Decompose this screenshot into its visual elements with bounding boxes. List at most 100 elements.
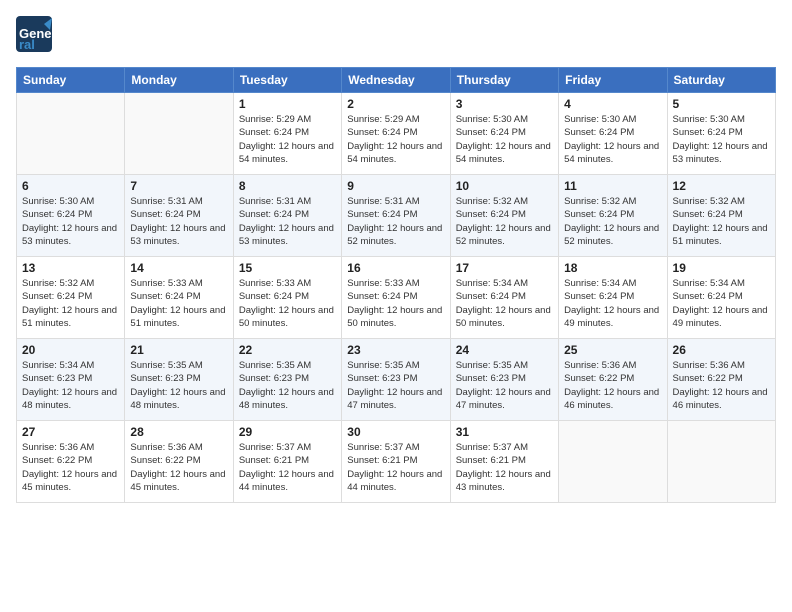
calendar-cell: 22Sunrise: 5:35 AMSunset: 6:23 PMDayligh…: [233, 339, 341, 421]
calendar-week-2: 6 Sunrise: 5:30 AMSunset: 6:24 PMDaylight…: [17, 175, 776, 257]
day-number: 25: [564, 343, 661, 357]
day-info: Sunrise: 5:29 AMSunset: 6:24 PMDaylight:…: [239, 113, 336, 166]
weekday-header-saturday: Saturday: [667, 68, 775, 93]
calendar-cell: 31 Sunrise: 5:37 AMSunset: 6:21 PMDayligh…: [450, 421, 558, 503]
calendar-header: SundayMondayTuesdayWednesdayThursdayFrid…: [17, 68, 776, 93]
day-info: Sunrise: 5:30 AMSunset: 6:24 PMDaylight:…: [456, 113, 553, 166]
day-number: 24: [456, 343, 553, 357]
day-number: 9: [347, 179, 444, 193]
day-number: 31: [456, 425, 553, 439]
calendar-cell: 21 Sunrise: 5:35 AMSunset: 6:23 PMDayligh…: [125, 339, 233, 421]
day-number: 18: [564, 261, 661, 275]
calendar-body: 1 Sunrise: 5:29 AMSunset: 6:24 PMDaylight…: [17, 93, 776, 503]
logo-icon: Gene ral: [16, 16, 52, 52]
calendar-week-3: 13 Sunrise: 5:32 AMSunset: 6:24 PMDayligh…: [17, 257, 776, 339]
day-number: 27: [22, 425, 119, 439]
day-info: Sunrise: 5:36 AMSunset: 6:22 PMDaylight:…: [130, 441, 227, 494]
day-number: 22: [239, 343, 336, 357]
calendar-cell: 24 Sunrise: 5:35 AMSunset: 6:23 PMDayligh…: [450, 339, 558, 421]
calendar-cell: [17, 93, 125, 175]
calendar-week-4: 20Sunrise: 5:34 AMSunset: 6:23 PMDayligh…: [17, 339, 776, 421]
day-number: 30: [347, 425, 444, 439]
day-info: Sunrise: 5:36 AMSunset: 6:22 PMDaylight:…: [673, 359, 770, 412]
calendar-cell: 18 Sunrise: 5:34 AMSunset: 6:24 PMDayligh…: [559, 257, 667, 339]
day-info: Sunrise: 5:29 AMSunset: 6:24 PMDaylight:…: [347, 113, 444, 166]
day-info: Sunrise: 5:31 AMSunset: 6:24 PMDaylight:…: [130, 195, 227, 248]
day-info: Sunrise: 5:35 AMSunset: 6:23 PMDaylight:…: [456, 359, 553, 412]
calendar-cell: 14Sunrise: 5:33 AMSunset: 6:24 PMDayligh…: [125, 257, 233, 339]
calendar-cell: 9Sunrise: 5:31 AMSunset: 6:24 PMDaylight…: [342, 175, 450, 257]
day-number: 8: [239, 179, 336, 193]
calendar-cell: 16Sunrise: 5:33 AMSunset: 6:24 PMDayligh…: [342, 257, 450, 339]
day-info: Sunrise: 5:32 AMSunset: 6:24 PMDaylight:…: [22, 277, 119, 330]
calendar-cell: 1 Sunrise: 5:29 AMSunset: 6:24 PMDaylight…: [233, 93, 341, 175]
day-number: 1: [239, 97, 336, 111]
day-info: Sunrise: 5:34 AMSunset: 6:24 PMDaylight:…: [456, 277, 553, 330]
day-info: Sunrise: 5:35 AMSunset: 6:23 PMDaylight:…: [130, 359, 227, 412]
calendar-cell: 13 Sunrise: 5:32 AMSunset: 6:24 PMDayligh…: [17, 257, 125, 339]
day-info: Sunrise: 5:34 AMSunset: 6:24 PMDaylight:…: [564, 277, 661, 330]
calendar-table: SundayMondayTuesdayWednesdayThursdayFrid…: [16, 67, 776, 503]
day-number: 17: [456, 261, 553, 275]
calendar-cell: 10Sunrise: 5:32 AMSunset: 6:24 PMDayligh…: [450, 175, 558, 257]
calendar-cell: 7 Sunrise: 5:31 AMSunset: 6:24 PMDaylight…: [125, 175, 233, 257]
calendar-cell: 2 Sunrise: 5:29 AMSunset: 6:24 PMDaylight…: [342, 93, 450, 175]
header: Gene ral: [16, 16, 776, 57]
logo: Gene ral: [16, 16, 56, 57]
calendar-cell: 28 Sunrise: 5:36 AMSunset: 6:22 PMDayligh…: [125, 421, 233, 503]
day-number: 14: [130, 261, 227, 275]
calendar-cell: 20Sunrise: 5:34 AMSunset: 6:23 PMDayligh…: [17, 339, 125, 421]
day-number: 3: [456, 97, 553, 111]
day-number: 7: [130, 179, 227, 193]
day-number: 13: [22, 261, 119, 275]
calendar-cell: [559, 421, 667, 503]
day-info: Sunrise: 5:30 AMSunset: 6:24 PMDaylight:…: [22, 195, 119, 248]
day-info: Sunrise: 5:34 AMSunset: 6:23 PMDaylight:…: [22, 359, 119, 412]
weekday-header-tuesday: Tuesday: [233, 68, 341, 93]
day-info: Sunrise: 5:36 AMSunset: 6:22 PMDaylight:…: [22, 441, 119, 494]
day-info: Sunrise: 5:33 AMSunset: 6:24 PMDaylight:…: [239, 277, 336, 330]
day-number: 21: [130, 343, 227, 357]
day-info: Sunrise: 5:37 AMSunset: 6:21 PMDaylight:…: [456, 441, 553, 494]
weekday-header-friday: Friday: [559, 68, 667, 93]
calendar-cell: 23 Sunrise: 5:35 AMSunset: 6:23 PMDayligh…: [342, 339, 450, 421]
day-info: Sunrise: 5:37 AMSunset: 6:21 PMDaylight:…: [239, 441, 336, 494]
weekday-header-monday: Monday: [125, 68, 233, 93]
calendar-cell: 3 Sunrise: 5:30 AMSunset: 6:24 PMDaylight…: [450, 93, 558, 175]
day-number: 10: [456, 179, 553, 193]
day-number: 2: [347, 97, 444, 111]
calendar-cell: 8 Sunrise: 5:31 AMSunset: 6:24 PMDaylight…: [233, 175, 341, 257]
day-info: Sunrise: 5:36 AMSunset: 6:22 PMDaylight:…: [564, 359, 661, 412]
day-number: 6: [22, 179, 119, 193]
day-number: 11: [564, 179, 661, 193]
day-info: Sunrise: 5:31 AMSunset: 6:24 PMDaylight:…: [239, 195, 336, 248]
calendar-cell: 17 Sunrise: 5:34 AMSunset: 6:24 PMDayligh…: [450, 257, 558, 339]
day-info: Sunrise: 5:30 AMSunset: 6:24 PMDaylight:…: [564, 113, 661, 166]
calendar-cell: 19 Sunrise: 5:34 AMSunset: 6:24 PMDayligh…: [667, 257, 775, 339]
calendar-week-5: 27 Sunrise: 5:36 AMSunset: 6:22 PMDayligh…: [17, 421, 776, 503]
page-container: Gene ral SundayMondayTuesdayWednesdayThu…: [0, 0, 792, 513]
day-number: 4: [564, 97, 661, 111]
day-number: 23: [347, 343, 444, 357]
calendar-cell: 4 Sunrise: 5:30 AMSunset: 6:24 PMDaylight…: [559, 93, 667, 175]
svg-text:ral: ral: [19, 37, 35, 52]
day-info: Sunrise: 5:35 AMSunset: 6:23 PMDaylight:…: [347, 359, 444, 412]
day-number: 29: [239, 425, 336, 439]
weekday-header-row: SundayMondayTuesdayWednesdayThursdayFrid…: [17, 68, 776, 93]
day-number: 19: [673, 261, 770, 275]
day-info: Sunrise: 5:33 AMSunset: 6:24 PMDaylight:…: [347, 277, 444, 330]
calendar-cell: 11Sunrise: 5:32 AMSunset: 6:24 PMDayligh…: [559, 175, 667, 257]
calendar-cell: [125, 93, 233, 175]
calendar-cell: 29 Sunrise: 5:37 AMSunset: 6:21 PMDayligh…: [233, 421, 341, 503]
day-number: 28: [130, 425, 227, 439]
weekday-header-wednesday: Wednesday: [342, 68, 450, 93]
day-number: 26: [673, 343, 770, 357]
calendar-cell: 26 Sunrise: 5:36 AMSunset: 6:22 PMDayligh…: [667, 339, 775, 421]
day-number: 15: [239, 261, 336, 275]
day-info: Sunrise: 5:34 AMSunset: 6:24 PMDaylight:…: [673, 277, 770, 330]
calendar-cell: [667, 421, 775, 503]
calendar-cell: 27 Sunrise: 5:36 AMSunset: 6:22 PMDayligh…: [17, 421, 125, 503]
calendar-cell: 5Sunrise: 5:30 AMSunset: 6:24 PMDaylight…: [667, 93, 775, 175]
day-number: 12: [673, 179, 770, 193]
day-info: Sunrise: 5:32 AMSunset: 6:24 PMDaylight:…: [673, 195, 770, 248]
